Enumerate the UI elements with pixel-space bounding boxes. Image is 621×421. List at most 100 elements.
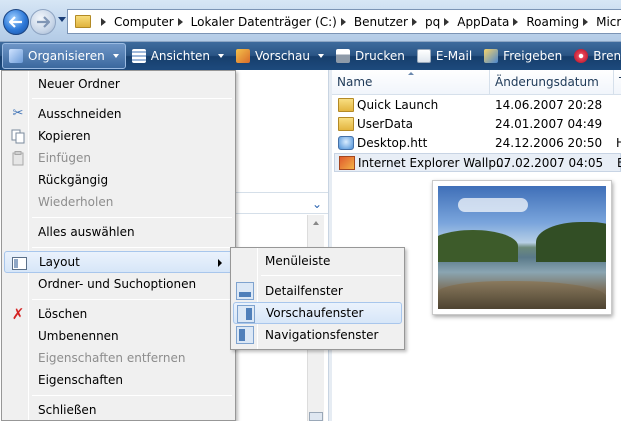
table-row[interactable]: UserData 24.01.2007 04:49 [334,115,621,134]
preview-icon [236,49,251,63]
menu-item-label: Schließen [38,403,97,417]
scroll-thumb[interactable] [309,412,323,421]
share-button[interactable]: Freigeben [478,43,568,69]
views-label: Ansichten [150,49,211,63]
layout-icon [11,255,27,271]
folder-icon [338,117,354,131]
folders-bar[interactable]: ⌄ [236,192,328,214]
back-button[interactable] [3,9,29,35]
image-file-icon [339,156,355,170]
burn-label: Brennen [593,49,621,63]
breadcrumb-label[interactable]: Computer [114,15,174,29]
column-type[interactable]: T [614,70,621,95]
breadcrumb-item[interactable]: Computer [97,15,174,29]
chevron-right-icon[interactable] [340,17,346,26]
email-button[interactable]: E-Mail [411,43,478,69]
breadcrumb-item[interactable]: Benutzer [337,15,408,29]
organize-button[interactable]: Organisieren [2,43,126,69]
envelope-icon [416,49,431,63]
chevron-down-icon [218,54,225,58]
menu-item-select-all[interactable]: Alles auswählen [4,221,233,243]
submenu-item-preview-pane[interactable]: Vorschaufenster [233,302,402,324]
column-name[interactable]: Name [332,70,490,95]
submenu-item-label: Navigationsfenster [265,328,379,342]
print-button[interactable]: Drucken [330,43,411,69]
thumbnail-preview [432,180,612,315]
layout-submenu: Menüleiste Detailfenster Vorschaufenster… [230,247,405,350]
breadcrumb-label[interactable]: AppData [457,15,509,29]
menu-separator [32,395,232,396]
menu-item-close[interactable]: Schließen [4,399,233,421]
column-date[interactable]: Änderungsdatum [490,70,614,95]
forward-arrow-icon [37,16,50,28]
chevron-right-icon[interactable] [101,17,106,26]
preview-label: Vorschau [255,49,310,63]
organize-menu: Neuer Ordner ✂ Ausschneiden Kopieren Ein… [1,70,236,421]
menu-item-label: Neuer Ordner [38,77,120,91]
file-date: 24.12.2006 20:50 [495,136,603,150]
breadcrumb-item[interactable]: Microsoft [579,15,621,29]
htt-file-icon [338,136,354,150]
menu-item-label: Layout [39,255,80,269]
chevron-right-icon[interactable] [583,17,589,26]
table-row[interactable]: Quick Launch 14.06.2007 20:28 [334,96,621,115]
breadcrumb-label[interactable]: Lokaler Datenträger (C:) [191,15,337,29]
menu-item-label: Ordner- und Suchoptionen [38,277,197,291]
submenu-item-details-pane[interactable]: Detailfenster [233,280,402,302]
breadcrumb-item[interactable]: Roaming [509,15,579,29]
menu-item-cut[interactable]: ✂ Ausschneiden [4,103,233,125]
chevron-right-icon[interactable] [412,17,417,26]
submenu-item-menubar[interactable]: Menüleiste [233,250,402,272]
organize-label: Organisieren [28,49,105,63]
navigation-pane-icon [236,326,254,344]
breadcrumb-label[interactable]: Roaming [526,15,579,29]
menu-item-properties[interactable]: Eigenschaften [4,369,233,391]
recent-pages-dropdown[interactable] [58,17,66,22]
chevron-right-icon[interactable] [177,17,183,26]
preview-button[interactable]: Vorschau [230,43,330,69]
breadcrumb[interactable]: Computer Lokaler Datenträger (C:) Benutz… [67,9,621,34]
menu-item-new-folder[interactable]: Neuer Ordner [4,73,233,95]
file-name: Internet Explorer Wallp... [358,156,508,170]
menu-item-paste[interactable]: Einfügen [4,147,233,169]
submenu-item-label: Menüleiste [265,254,331,268]
menu-item-label: Kopieren [38,129,91,143]
disc-burn-icon [574,49,589,63]
file-name: Quick Launch [357,98,439,112]
menu-item-undo[interactable]: Rückgängig [4,169,233,191]
table-row[interactable]: Internet Explorer Wallp... 07.02.2007 04… [334,153,621,172]
menu-item-label: Löschen [38,307,88,321]
sort-ascending-icon [408,72,414,75]
menu-item-folder-options[interactable]: Ordner- und Suchoptionen [4,273,233,295]
table-row[interactable]: Desktop.htt 24.12.2006 20:50 H [334,134,621,153]
burn-button[interactable]: Brennen [568,43,621,69]
forward-button[interactable] [30,9,56,35]
paste-icon [10,150,26,166]
breadcrumb-label[interactable]: pq [425,15,440,29]
column-name-label: Name [337,75,373,89]
breadcrumb-item[interactable]: Lokaler Datenträger (C:) [174,15,337,29]
submenu-item-navigation-pane[interactable]: Navigationsfenster [233,324,402,346]
chevron-right-icon[interactable] [513,17,519,26]
menu-item-layout[interactable]: Layout [4,251,233,273]
scissors-icon: ✂ [12,106,24,121]
menu-item-label: Eigenschaften entfernen [38,351,186,365]
chevron-right-icon[interactable] [444,17,450,26]
breadcrumb-label[interactable]: Microsoft [596,15,621,29]
menu-item-label: Rückgängig [38,173,109,187]
preview-pane-icon [237,305,255,323]
breadcrumb-item[interactable]: AppData [440,15,509,29]
menu-item-label: Einfügen [38,151,91,165]
menu-item-redo[interactable]: Wiederholen [4,191,233,213]
chevron-down-icon[interactable]: ⌄ [312,197,322,211]
breadcrumb-item[interactable]: pq [408,15,440,29]
scroll-up-arrow[interactable] [313,221,319,225]
details-pane-icon [236,282,254,300]
menu-item-copy[interactable]: Kopieren [4,125,233,147]
menu-item-delete[interactable]: ✗ Löschen [4,303,233,325]
breadcrumb-label[interactable]: Benutzer [354,15,408,29]
menu-item-remove-properties[interactable]: Eigenschaften entfernen [4,347,233,369]
menu-item-rename[interactable]: Umbenennen [4,325,233,347]
views-button[interactable]: Ansichten [126,43,230,69]
file-type: B [617,156,621,170]
